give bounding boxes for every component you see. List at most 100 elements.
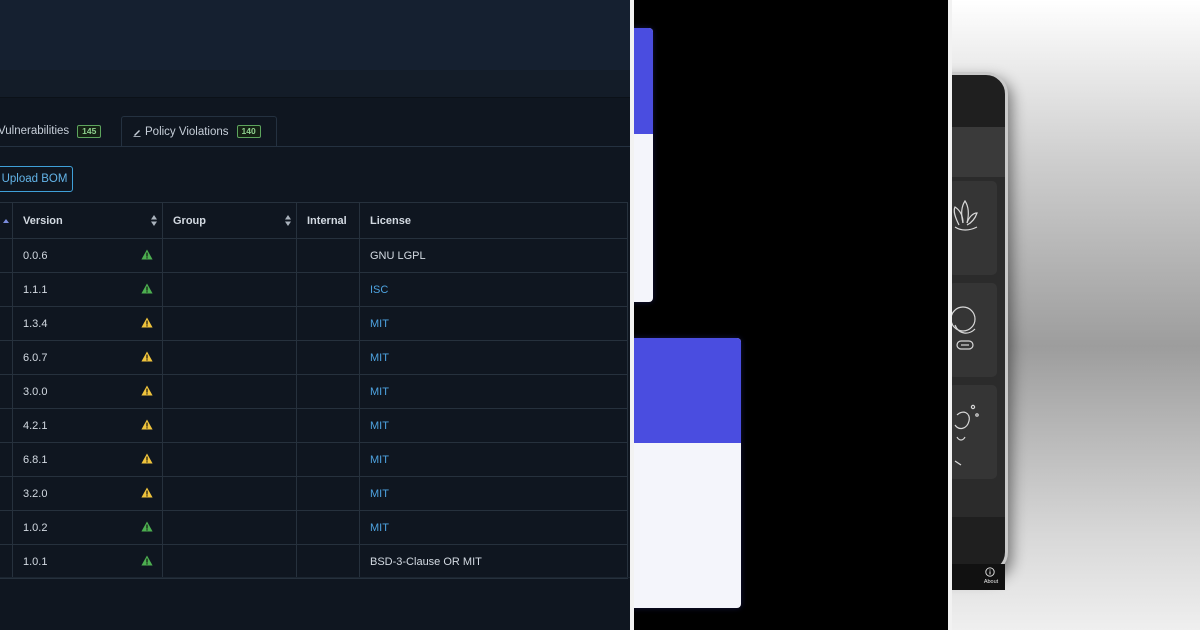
license-cell: GNU LGPL [360,239,628,272]
upload-bom-button[interactable]: Upload BOM [0,166,73,192]
version-cell: 4.2.1 [13,409,163,442]
warning-icon [141,385,153,396]
group-cell [163,511,297,544]
name-cell [0,307,13,340]
table-row[interactable]: 1.1.1 ISC [0,273,628,307]
license-link[interactable]: MIT [370,488,389,500]
license-value: GNU LGPL [370,249,426,262]
version-cell: 1.0.2 [13,511,163,544]
name-cell [0,273,13,306]
internal-cell [297,307,360,340]
version-value: 3.0.0 [23,385,48,398]
license-cell[interactable]: MIT [360,409,628,442]
cards-panel: g [634,0,948,630]
name-column-header[interactable] [0,203,13,238]
version-cell: 3.2.0 [13,477,163,510]
group-cell [163,375,297,408]
version-cell: 1.3.4 [13,307,163,340]
tab-vulnerabilities-label: Vulnerabilities [0,125,70,137]
version-value: 4.2.1 [23,419,48,432]
license-column-header[interactable]: License [360,203,628,238]
table-row[interactable]: 1.0.2 MIT [0,511,628,545]
name-cell [0,545,13,578]
name-cell [0,239,13,272]
warning-icon [141,249,153,260]
table-row[interactable]: 3.0.0 MIT [0,375,628,409]
internal-header-label: Internal [307,214,347,227]
version-value: 0.0.6 [23,249,48,262]
table-row[interactable]: 6.0.7 MIT [0,341,628,375]
page-header [0,0,630,71]
license-link[interactable]: MIT [370,420,389,432]
license-link[interactable]: MIT [370,352,389,364]
internal-cell [297,443,360,476]
phone-screen: About [952,127,1005,590]
license-cell[interactable]: MIT [360,443,628,476]
version-cell: 1.0.1 [13,545,163,578]
promo-card [634,28,653,302]
bottom-tab-bar: About [952,564,1005,590]
table-body: 0.0.6 GNU LGPL 1.1.1 ISC 1.3.4 MIT 6.0.7 MIT 3.0… [0,239,628,579]
table-row[interactable]: 1.3.4 MIT [0,307,628,341]
tab-strip: Vulnerabilities 145 Policy Violations 14… [0,116,630,147]
license-value: BSD-3-Clause OR MIT [370,555,482,568]
version-cell: 3.0.0 [13,375,163,408]
components-table: Version Group Internal License 0.0.6 GNU … [0,202,628,579]
warning-icon [141,521,153,532]
table-row[interactable]: 3.2.0 MIT [0,477,628,511]
sort-icon [151,215,157,226]
license-cell[interactable]: ISC [360,273,628,306]
license-cell[interactable]: MIT [360,375,628,408]
license-link[interactable]: MIT [370,454,389,466]
about-tab-label: About [983,579,999,585]
table-footer-divider [0,577,630,578]
table-row[interactable]: 0.0.6 GNU LGPL [0,239,628,273]
internal-cell [297,511,360,544]
sort-asc-icon [3,218,9,223]
group-column-header[interactable]: Group [163,203,297,238]
app-header [952,127,1005,177]
license-cell[interactable]: MIT [360,511,628,544]
warning-icon [141,351,153,362]
internal-cell [297,341,360,374]
license-link[interactable]: ISC [370,284,388,296]
license-cell[interactable]: MIT [360,307,628,340]
version-cell: 1.1.1 [13,273,163,306]
internal-column-header[interactable]: Internal [297,203,360,238]
promo-card: g [634,338,741,608]
license-link[interactable]: MIT [370,522,389,534]
version-value: 3.2.0 [23,487,48,500]
table-row[interactable]: 1.0.1 BSD-3-Clause OR MIT [0,545,628,579]
group-cell [163,341,297,374]
card-header-band [634,28,653,134]
version-cell: 6.0.7 [13,341,163,374]
table-header-row: Version Group Internal License [0,202,628,239]
tab-policy-violations-label: Policy Violations [145,125,229,138]
license-cell[interactable]: MIT [360,477,628,510]
germ-icon [954,404,979,466]
name-cell [0,443,13,476]
name-cell [0,511,13,544]
version-value: 1.3.4 [23,317,48,330]
version-value: 1.1.1 [23,283,48,296]
mask-tile[interactable] [952,283,997,377]
license-header-label: License [370,214,411,227]
lotus-tile[interactable] [952,181,997,275]
breadcrumb-bar [0,70,630,98]
name-cell [0,477,13,510]
license-link[interactable]: MIT [370,386,389,398]
sort-icon [285,215,291,226]
phone-mockup-panel: About [952,0,1200,630]
license-cell[interactable]: MIT [360,341,628,374]
version-cell: 6.8.1 [13,443,163,476]
version-column-header[interactable]: Version [13,203,163,238]
table-row[interactable]: 6.8.1 MIT [0,443,628,477]
name-cell [0,375,13,408]
table-row[interactable]: 4.2.1 MIT [0,409,628,443]
license-link[interactable]: MIT [370,318,389,330]
warning-icon [141,453,153,464]
tab-vulnerabilities[interactable]: Vulnerabilities 145 [0,116,118,146]
germ-tile[interactable] [952,385,997,479]
info-icon[interactable] [985,567,995,577]
tab-policy-violations[interactable]: Policy Violations 140 [121,116,277,146]
